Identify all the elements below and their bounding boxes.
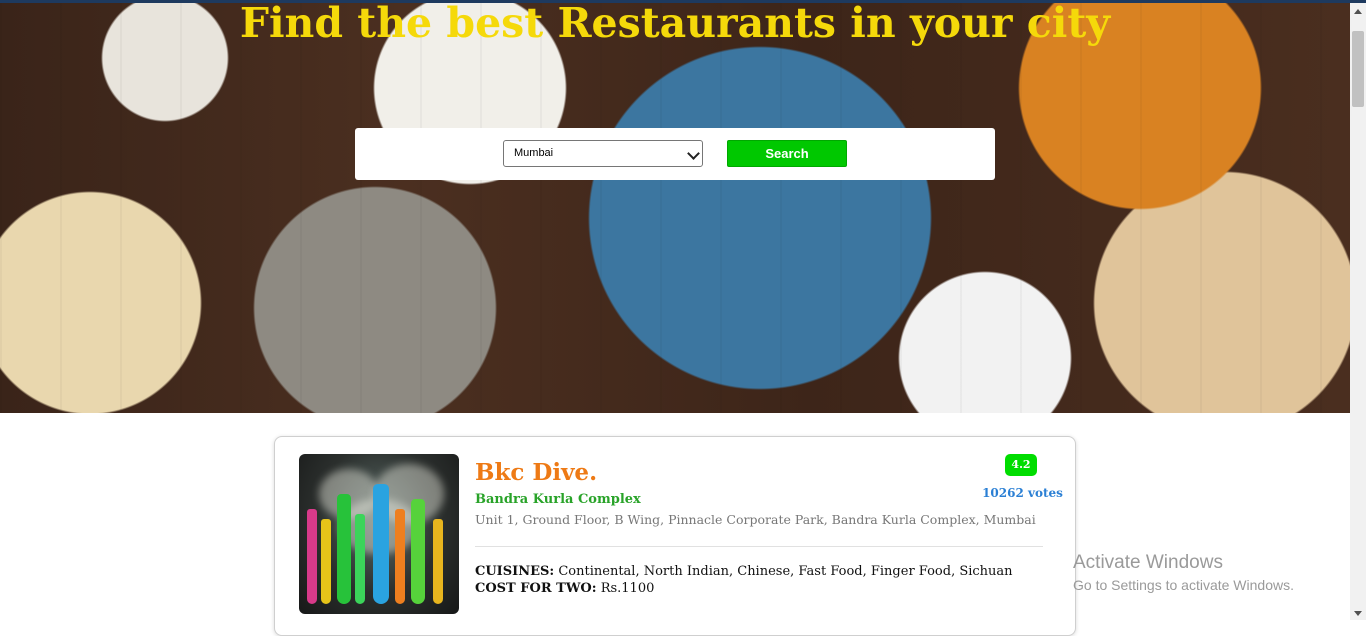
restaurant-address: Unit 1, Ground Floor, B Wing, Pinnacle C… [475,512,1036,527]
cost-row: COST FOR TWO: Rs.1100 [475,581,654,596]
cuisines-row: CUISINES: Continental, North Indian, Chi… [475,564,1013,579]
restaurant-card[interactable]: Bkc Dive. Bandra Kurla Complex Unit 1, G… [274,436,1076,636]
restaurant-area: Bandra Kurla Complex [475,492,641,507]
scroll-down-icon[interactable] [1354,611,1362,616]
restaurant-image [299,454,459,614]
cuisines-label: CUISINES: [475,564,555,579]
vertical-scrollbar[interactable] [1350,3,1366,620]
search-button[interactable]: Search [727,140,847,167]
restaurant-name[interactable]: Bkc Dive. [475,459,597,486]
hero-title: Find the best Restaurants in your city [239,0,1111,47]
scroll-up-icon[interactable] [1354,9,1362,14]
cost-label: COST FOR TWO: [475,581,597,596]
card-divider [475,546,1043,547]
city-select-value: Mumbai [514,147,554,159]
activate-windows-title: Activate Windows [1073,552,1223,573]
scrollbar-thumb[interactable] [1352,31,1364,107]
hero-banner [0,3,1350,413]
votes-count: 10262 votes [982,486,1063,500]
activate-windows-subtitle: Go to Settings to activate Windows. [1073,577,1294,593]
search-box: Mumbai Search [355,128,995,180]
rating-badge: 4.2 [1005,454,1037,476]
cuisines-value: Continental, North Indian, Chinese, Fast… [558,564,1013,579]
chevron-down-icon [687,147,700,160]
cost-value: Rs.1100 [600,581,655,596]
city-select[interactable]: Mumbai [503,140,703,167]
